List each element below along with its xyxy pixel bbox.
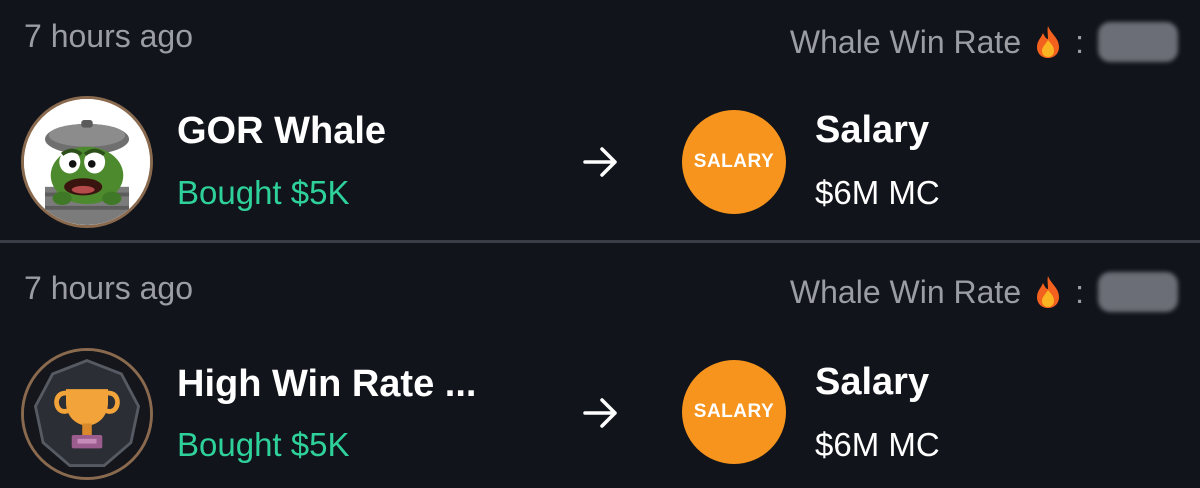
trade-timestamp: 7 hours ago [24, 18, 194, 54]
win-rate-label: Whale Win Rate [789, 273, 1022, 310]
win-rate-separator: : [1075, 273, 1084, 310]
win-rate-value-blurred [1098, 22, 1178, 62]
fire-icon [1037, 26, 1060, 58]
arrow-right-icon [583, 147, 617, 177]
trophy-icon [24, 351, 150, 477]
token-logo[interactable]: SALARY [682, 110, 786, 214]
trade-action: Bought $5K [177, 426, 350, 463]
token-name[interactable]: Salary [815, 108, 929, 152]
token-name[interactable]: Salary [815, 360, 929, 404]
oscar-grouch-avatar-icon [24, 99, 150, 225]
trader-avatar[interactable] [21, 96, 153, 228]
card-divider [0, 240, 1200, 243]
win-rate-value-blurred [1098, 272, 1178, 312]
trader-avatar[interactable] [21, 348, 153, 480]
trader-name[interactable]: High Win Rate ... [177, 362, 476, 406]
whale-win-rate: Whale Win Rate : [790, 20, 1178, 64]
fire-icon [1037, 276, 1060, 308]
token-market-cap: $6M MC [815, 426, 940, 463]
win-rate-separator: : [1075, 23, 1084, 60]
whale-win-rate: Whale Win Rate : [790, 270, 1178, 314]
token-logo[interactable]: SALARY [682, 360, 786, 464]
token-market-cap: $6M MC [815, 174, 940, 211]
trade-timestamp: 7 hours ago [24, 270, 194, 306]
trader-name[interactable]: GOR Whale [177, 109, 386, 153]
win-rate-label: Whale Win Rate [789, 23, 1022, 60]
whale-trade-feed: 7 hours ago GOR Whale Bought $5K SALARY … [0, 0, 1200, 488]
arrow-right-icon [583, 398, 617, 428]
trade-action: Bought $5K [177, 174, 350, 211]
